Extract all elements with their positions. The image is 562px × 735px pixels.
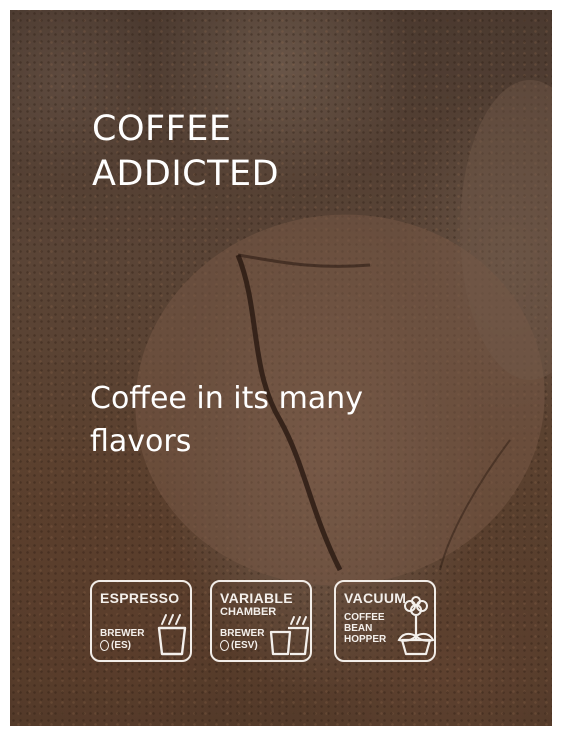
badge-label-line-2: BEAN xyxy=(344,623,373,634)
badge-label-line-2-wrap: (ESV) xyxy=(220,640,258,651)
badge-label-line-1: COFFEE xyxy=(344,612,385,623)
badge-label-line-1: BREWER xyxy=(220,628,265,639)
espresso-badge: ESPRESSO BREWER (ES) xyxy=(90,580,192,662)
coffee-bean-icon xyxy=(220,640,229,651)
badge-label-line-3: HOPPER xyxy=(344,634,387,645)
coffee-bean-icon xyxy=(100,640,109,651)
page-title: COFFEE ADDICTED xyxy=(92,107,279,197)
flower-pot-icon xyxy=(397,596,435,656)
title-line-2: ADDICTED xyxy=(92,154,280,194)
vacuum-badge: VACUUM COFFEE BEAN HOPPER xyxy=(334,580,436,662)
badge-label-line-2: (ESV) xyxy=(231,640,258,652)
hero-banner: COFFEE ADDICTED Coffee in its many flavo… xyxy=(10,10,552,726)
subtitle: Coffee in its many flavors xyxy=(90,381,363,459)
badge-label-line-2: (ES) xyxy=(111,640,131,652)
title-line-1: COFFEE xyxy=(92,109,232,149)
badge-label-line-1: BREWER xyxy=(100,628,145,639)
espresso-cup-icon xyxy=(157,614,187,656)
badge-label-line-2-wrap: (ES) xyxy=(100,640,131,651)
double-cup-icon xyxy=(269,616,310,656)
badge-title: VARIABLE xyxy=(220,590,293,606)
badge-title: ESPRESSO xyxy=(100,590,180,606)
variable-chamber-badge: VARIABLE CHAMBER BREWER (ESV) xyxy=(210,580,312,662)
